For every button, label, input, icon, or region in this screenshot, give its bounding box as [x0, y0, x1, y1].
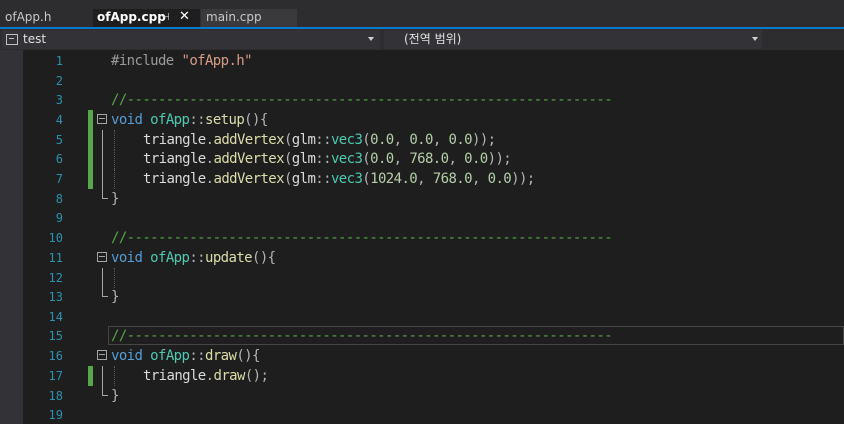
line-number: 11: [48, 251, 63, 265]
line-number: 3: [55, 93, 63, 107]
change-marker: [88, 130, 93, 150]
code-editor[interactable]: 1 #include "ofApp.h" 2 3 //-------------…: [0, 50, 844, 424]
code-line: 11 void ofApp::update(){: [0, 248, 844, 268]
line-number: 13: [48, 290, 63, 304]
change-marker: [88, 110, 93, 130]
indent-guide: [114, 268, 115, 288]
line-code: triangle.addVertex(glm::vec3(0.0, 768.0,…: [143, 151, 512, 167]
code-line: 18 }: [0, 386, 844, 406]
line-code: //--------------------------------------…: [111, 328, 613, 344]
collapse-icon[interactable]: [97, 252, 107, 262]
line-number: 6: [55, 152, 63, 166]
indent-guide: [114, 169, 115, 189]
indent-guide: [114, 149, 115, 169]
line-number: 9: [55, 211, 63, 225]
code-line: 1 #include "ofApp.h": [0, 51, 844, 71]
fold-guide: [102, 169, 103, 189]
line-number: 14: [48, 310, 63, 324]
line-code: }: [111, 388, 119, 404]
chevron-down-icon: [752, 37, 758, 41]
line-number: 15: [48, 329, 63, 343]
code-line: 16 void ofApp::draw(){: [0, 346, 844, 366]
line-code: void ofApp::draw(){: [111, 348, 260, 364]
line-number: 5: [55, 133, 63, 147]
line-code: void ofApp::update(){: [111, 250, 276, 266]
change-marker: [88, 149, 93, 169]
line-number: 10: [48, 231, 63, 245]
line-number: 2: [55, 74, 63, 88]
project-name: test: [23, 32, 47, 46]
fold-guide: [102, 268, 103, 288]
code-line: 3 //------------------------------------…: [0, 90, 844, 110]
project-dropdown[interactable]: test: [2, 30, 380, 49]
tab-ofapp-h[interactable]: ofApp.h: [0, 9, 93, 27]
document-tab-strip: ofApp.h ofApp.cpp ⊣ ✕ main.cpp: [0, 0, 844, 29]
line-code: //--------------------------------------…: [111, 230, 613, 246]
fold-guide-end: [102, 189, 108, 199]
close-icon[interactable]: ✕: [179, 8, 190, 25]
code-line: 10 //-----------------------------------…: [0, 228, 844, 248]
pin-icon[interactable]: ⊣: [161, 9, 170, 26]
code-line: 13 }: [0, 287, 844, 307]
code-line: 14: [0, 307, 844, 327]
tab-main-cpp[interactable]: main.cpp: [201, 9, 297, 27]
code-line: 7 triangle.addVertex(glm::vec3(1024.0, 7…: [0, 169, 844, 189]
code-line: 19: [0, 405, 844, 424]
line-code: }: [111, 289, 119, 305]
code-line: 8 }: [0, 189, 844, 209]
code-line: 6 triangle.addVertex(glm::vec3(0.0, 768.…: [0, 149, 844, 169]
line-number: 16: [48, 349, 63, 363]
fold-guide-end: [102, 386, 108, 396]
tab-ofapp-cpp[interactable]: ofApp.cpp ⊣ ✕: [93, 9, 200, 27]
line-number: 17: [48, 369, 63, 383]
line-number: 19: [48, 408, 63, 422]
change-marker: [88, 366, 93, 386]
tab-label: ofApp.h: [5, 10, 52, 24]
indent-guide: [114, 130, 115, 150]
chevron-down-icon: [368, 37, 374, 41]
fold-guide: [102, 149, 103, 169]
fold-guide-end: [102, 287, 108, 297]
line-code: }: [111, 191, 119, 207]
line-number: 18: [48, 389, 63, 403]
line-number: 8: [55, 192, 63, 206]
code-line: 12: [0, 268, 844, 288]
tab-label: main.cpp: [206, 10, 262, 24]
line-code: void ofApp::setup(){: [111, 112, 268, 128]
line-number: 4: [55, 113, 63, 127]
indent-guide: [114, 366, 115, 386]
project-icon: [6, 34, 18, 45]
change-marker: [88, 169, 93, 189]
tab-label: ofApp.cpp: [97, 10, 166, 24]
code-line: 5 triangle.addVertex(glm::vec3(0.0, 0.0,…: [0, 130, 844, 150]
line-code: triangle.draw();: [143, 368, 269, 384]
code-line: 2: [0, 71, 844, 91]
collapse-icon[interactable]: [97, 114, 107, 124]
collapse-icon[interactable]: [97, 350, 107, 360]
fold-guide: [102, 130, 103, 150]
scope-dropdown[interactable]: (전역 범위): [384, 30, 762, 49]
code-line-current: 15 //-----------------------------------…: [0, 326, 844, 346]
code-line: 9: [0, 208, 844, 228]
line-code: triangle.addVertex(glm::vec3(0.0, 0.0, 0…: [143, 132, 496, 148]
line-number: 7: [55, 172, 63, 186]
line-code: triangle.addVertex(glm::vec3(1024.0, 768…: [143, 171, 535, 187]
line-code: #include "ofApp.h": [111, 53, 253, 69]
scope-name: (전역 범위): [404, 32, 462, 46]
fold-guide: [102, 366, 103, 386]
code-line: 17 triangle.draw();: [0, 366, 844, 386]
line-number: 1: [55, 54, 63, 68]
code-line: 4 void ofApp::setup(){: [0, 110, 844, 130]
line-number: 12: [48, 271, 63, 285]
navigation-bar: test (전역 범위): [0, 29, 844, 50]
line-code: //--------------------------------------…: [111, 92, 613, 108]
